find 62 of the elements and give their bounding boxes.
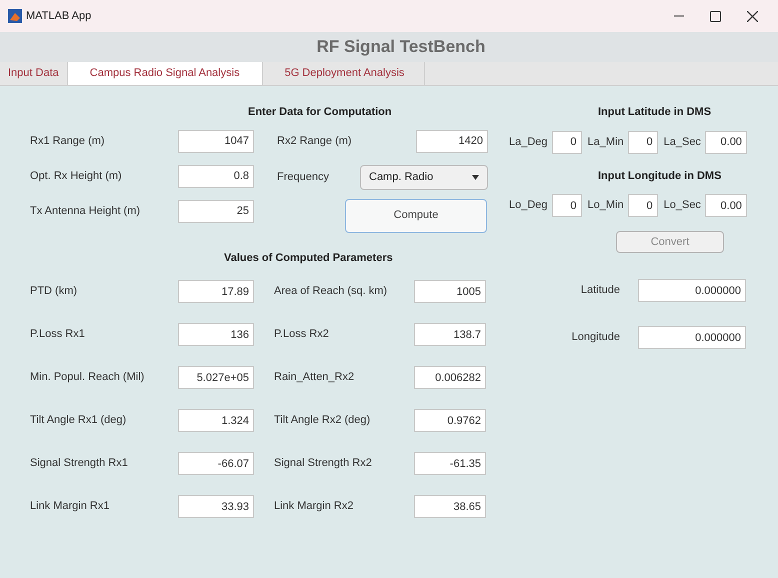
number-field[interactable]: 0.000000 [638,326,746,349]
close-icon[interactable] [747,10,758,22]
number-field[interactable]: 0 [552,194,582,217]
app-heading: RF Signal TestBench [316,36,486,58]
window-title: MATLAB App [26,8,92,24]
caret-icon [472,174,479,180]
field-label: Area of Reach (sq. km) [274,284,388,300]
number-field[interactable]: 1.324 [178,409,254,432]
number-field[interactable]: 0.006282 [414,366,486,389]
number-field[interactable]: 25 [178,200,254,222]
section-heading: Input Longitude in DMS [598,168,722,184]
field-label: Rx1 Range (m) [30,134,106,149]
number-field[interactable]: 0.000000 [638,279,746,302]
number-field[interactable]: 0.00 [704,194,747,217]
field-label: Tx Antenna Height (m) [30,204,142,219]
field-label: Rx2 Range (m) [277,134,353,149]
field-label: Min. Popul. Reach (Mil) [30,370,146,386]
number-field[interactable]: -66.07 [178,452,254,475]
number-field[interactable]: 33.93 [178,495,254,518]
field-label: Lo_Sec [664,198,701,214]
field-label: PTD (km) [30,284,78,300]
app-logo-icon [8,9,22,23]
field-label: P.Loss Rx2 [274,327,330,342]
frequency-dropdown[interactable]: Camp. Radio [360,164,488,190]
field-label: La_Deg [509,134,548,150]
number-field[interactable]: 0.9762 [414,409,486,432]
field-label: Latitude [580,283,620,298]
tab[interactable]: Campus Radio Signal Analysis [68,62,263,85]
field-label: Lo_Min [588,198,624,214]
section-heading: Values of Computed Parameters [224,250,394,266]
number-field[interactable]: 1047 [178,130,254,152]
field-label: P.Loss Rx1 [30,327,86,342]
number-field[interactable]: 0 [628,194,658,217]
number-field[interactable]: 0.00 [704,130,747,154]
number-field[interactable]: 17.89 [178,280,254,303]
number-field[interactable]: 0 [628,130,658,154]
section-heading: Input Latitude in DMS [598,105,712,120]
number-field[interactable]: -61.35 [414,452,486,475]
field-label: Link Margin Rx2 [274,499,354,514]
maximize-icon[interactable] [710,10,721,22]
field-label: Signal Strength Rx2 [274,456,373,472]
field-label: Lo_Deg [509,198,548,214]
number-field[interactable]: 0.8 [178,164,254,188]
number-field[interactable]: 38.65 [414,495,486,518]
field-label: Tilt Angle Rx1 (deg) [30,413,128,428]
number-field[interactable]: 5.027e+05 [178,366,254,389]
number-field[interactable]: 1420 [416,130,488,152]
field-label: La_Min [588,134,624,150]
number-field[interactable]: 0 [552,130,582,154]
field-label: Tilt Angle Rx2 (deg) [274,413,372,428]
number-field[interactable]: 1005 [414,280,486,303]
field-label: Signal Strength Rx1 [30,456,129,472]
field-label: Frequency [277,170,330,185]
compute-button[interactable]: Compute [345,198,487,232]
field-label: Rain_Atten_Rx2 [274,370,356,386]
field-label: Opt. Rx Height (m) [30,168,123,184]
field-label: La_Sec [664,134,701,150]
number-field[interactable]: 138.7 [414,323,486,346]
field-label: Link Margin Rx1 [30,499,110,514]
number-field[interactable]: 136 [178,323,254,346]
field-label: Longitude [570,330,620,346]
section-heading: Enter Data for Computation [248,105,393,120]
